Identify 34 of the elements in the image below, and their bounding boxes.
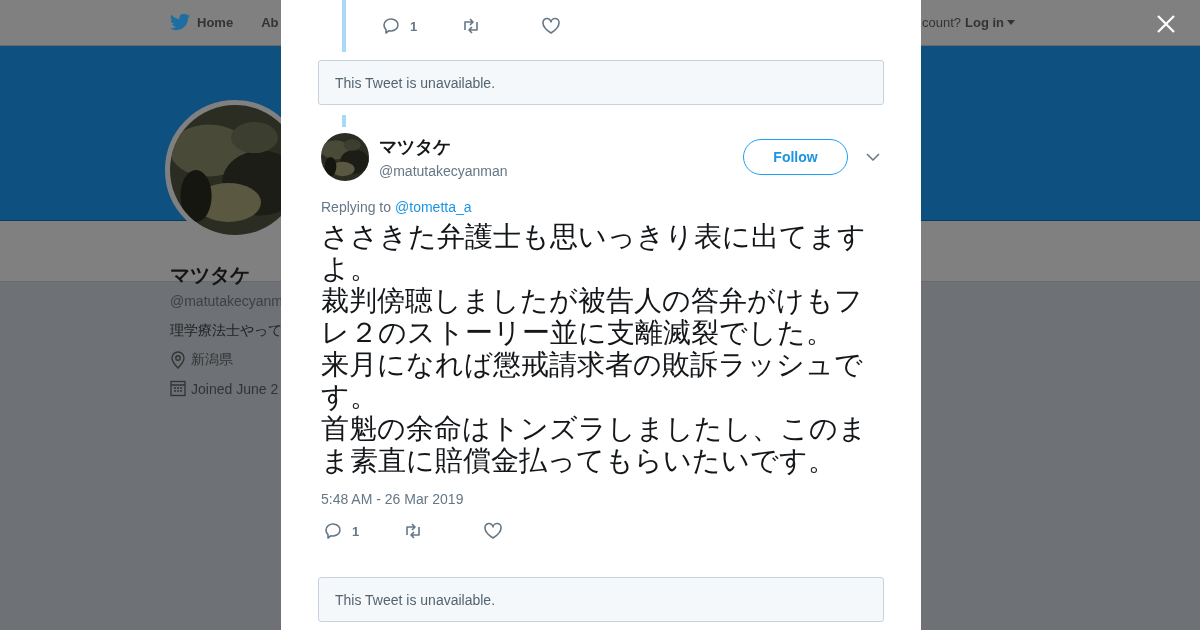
profile-name: マツタケ bbox=[169, 263, 251, 288]
bird-icon bbox=[170, 14, 190, 31]
replying-label: Replying to bbox=[321, 199, 392, 215]
login-link[interactable]: Log in bbox=[965, 15, 1015, 30]
mention-link[interactable]: @tometta_a bbox=[395, 199, 472, 215]
account-prompt: count? bbox=[921, 15, 961, 30]
calendar-icon bbox=[170, 380, 186, 397]
author-handle: @matutakecyanman bbox=[379, 163, 509, 179]
reply-icon[interactable] bbox=[381, 16, 401, 36]
author-name: マツタケ bbox=[379, 136, 452, 159]
tweet-text: 裁判傍聴しましたが被告人の答弁がけもフレ２のストーリー並に支離滅裂でした。 bbox=[321, 285, 864, 349]
caret-icon bbox=[1007, 20, 1015, 25]
location-pin-icon bbox=[170, 351, 186, 369]
tweet-text: ささきた弁護士も思いっきり表に出てますよ。 bbox=[321, 221, 867, 285]
follow-button[interactable]: Follow bbox=[743, 139, 848, 175]
profile-location: 新潟県 bbox=[191, 351, 233, 369]
home-link[interactable]: Home bbox=[170, 14, 234, 31]
tweet-text: 来月になれば懲戒請求者の敗訴ラッシュです。 bbox=[321, 349, 864, 413]
reply-icon[interactable] bbox=[323, 521, 343, 541]
tweet-timestamp: 5:48 AM - 26 Mar 2019 bbox=[320, 491, 465, 507]
reply-count: 1 bbox=[352, 523, 360, 539]
retweet-icon[interactable] bbox=[403, 521, 423, 541]
profile-joined-date: Joined June 2 bbox=[191, 380, 279, 397]
chevron-down-icon[interactable] bbox=[866, 153, 880, 161]
about-link[interactable]: Ab bbox=[261, 15, 279, 30]
tweet-text: 首魁の余命はトンズラしましたし、このまま素直に賠償金払ってもらいたいです。 bbox=[321, 413, 868, 477]
close-icon[interactable] bbox=[1157, 15, 1175, 33]
like-icon[interactable] bbox=[541, 16, 561, 36]
reply-count: 1 bbox=[410, 18, 418, 34]
unavailable-notice: This Tweet is unavailable. bbox=[318, 60, 884, 105]
unavailable-notice: This Tweet is unavailable. bbox=[318, 577, 884, 622]
profile-bio: 理学療法士やって bbox=[169, 322, 283, 340]
retweet-icon[interactable] bbox=[461, 16, 481, 36]
like-icon[interactable] bbox=[483, 521, 503, 541]
